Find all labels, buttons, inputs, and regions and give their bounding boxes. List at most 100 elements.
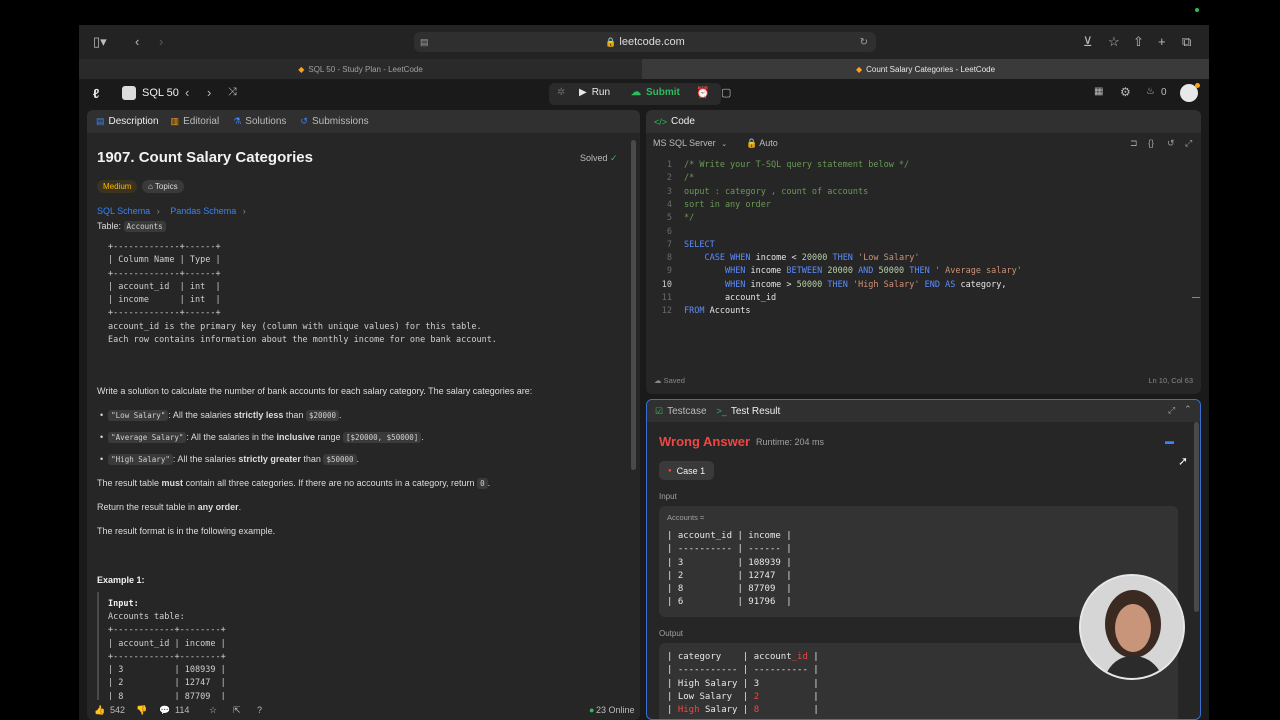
- tab-solutions[interactable]: Solutions: [245, 116, 286, 127]
- tab-test-result[interactable]: Test Result: [731, 406, 780, 417]
- notes-icon[interactable]: ▢: [721, 86, 731, 99]
- bullet-text: : All the salaries in the: [186, 432, 277, 442]
- paragraph-bold: any order: [197, 502, 239, 512]
- bookmark-icon[interactable]: ⊐: [1130, 138, 1138, 149]
- input-var-label: Accounts =: [667, 513, 705, 522]
- url-text: leetcode.com: [619, 36, 685, 48]
- tab-code[interactable]: Code: [671, 116, 695, 127]
- format-code-icon[interactable]: {}: [1148, 138, 1154, 148]
- new-tab-icon[interactable]: +: [1158, 34, 1166, 50]
- leetcode-logo-icon[interactable]: ℓ: [93, 86, 99, 101]
- timer-icon[interactable]: ⏰: [696, 86, 710, 99]
- chevron-right-icon: ›: [156, 206, 160, 216]
- lock-icon: 🔒: [605, 36, 617, 47]
- thumbs-down-icon[interactable]: 👎: [136, 705, 147, 716]
- table-name: Accounts: [123, 221, 166, 232]
- run-button[interactable]: ▶ Run: [579, 87, 610, 98]
- output-row: Salary |: [699, 705, 754, 716]
- browser-toolbar: ▯▾ ‹ › ▤ 🔒 leetcode.com ↻ ⊻ ☆ ⇧ + ⧉: [79, 25, 1209, 59]
- browser-tab-label: Count Salary Categories - LeetCode: [866, 64, 996, 74]
- forward-icon[interactable]: ›: [159, 34, 163, 50]
- editor-minimap-marker: [1192, 297, 1200, 298]
- solved-label: Solved: [580, 153, 608, 163]
- tab-description[interactable]: Description: [109, 116, 159, 127]
- lock-small-icon: 🔒: [746, 138, 758, 148]
- result-scrollbar[interactable]: [1194, 422, 1199, 612]
- browser-tab-count-salary[interactable]: ◆ Count Salary Categories - LeetCode: [642, 59, 1209, 79]
- debug-icon[interactable]: ✲: [557, 87, 565, 98]
- paragraph-bold: must: [161, 478, 184, 488]
- example-block: Accounts table: +------------+--------+ …: [108, 612, 226, 702]
- sql-schema-link[interactable]: SQL Schema: [97, 206, 150, 216]
- bullet-text: than: [283, 410, 306, 420]
- prev-problem-icon[interactable]: ‹: [185, 85, 189, 100]
- topics-label: Topics: [154, 182, 178, 191]
- thumbs-up-icon[interactable]: 👍: [94, 705, 105, 716]
- browser-tab-study-plan[interactable]: ◆ SQL 50 - Study Plan - LeetCode: [79, 59, 642, 79]
- browser-window: ▯▾ ‹ › ▤ 🔒 leetcode.com ↻ ⊻ ☆ ⇧ + ⧉ ◆ SQ…: [79, 25, 1209, 720]
- bullet-average: • "Average Salary": All the salaries in …: [100, 432, 424, 443]
- output-header: |: [807, 652, 819, 662]
- problem-list-title[interactable]: SQL 50: [142, 87, 179, 99]
- streak-flame-icon[interactable]: ♨: [1146, 86, 1155, 97]
- bullet-code: "Low Salary": [108, 410, 169, 421]
- reload-icon[interactable]: ↻: [860, 37, 868, 48]
- reset-icon[interactable]: ↺: [1167, 138, 1175, 149]
- bullet-text: : All the salaries: [172, 454, 239, 464]
- schema-links: SQL Schema › Pandas Schema ›: [97, 206, 246, 216]
- topics-badge[interactable]: ⌂ Topics: [142, 180, 184, 193]
- output-row: | Low Salary |: [667, 691, 754, 702]
- tab-editorial[interactable]: Editorial: [183, 116, 219, 127]
- share-icon[interactable]: ⇧: [1133, 34, 1144, 50]
- shuffle-icon[interactable]: ⤨: [228, 86, 237, 99]
- notification-dot: [1195, 83, 1200, 88]
- code-editor[interactable]: 1/* Write your T-SQL query statement bel…: [646, 159, 1201, 329]
- language-label: MS SQL Server: [653, 138, 716, 148]
- favorite-star-icon[interactable]: ☆: [209, 705, 217, 716]
- sidebar-toggle-icon[interactable]: ▯▾: [93, 34, 107, 50]
- submit-button[interactable]: ☁ Submit: [631, 87, 680, 98]
- tab-testcase[interactable]: Testcase: [667, 406, 706, 417]
- output-row: |: [759, 678, 819, 689]
- download-icon[interactable]: ⊻: [1083, 34, 1093, 50]
- format-text: The result format is in the following ex…: [97, 526, 276, 536]
- output-row: |: [759, 691, 819, 702]
- next-problem-icon[interactable]: ›: [207, 85, 211, 100]
- bullet-code: $20000: [305, 410, 340, 421]
- layout-grid-icon[interactable]: ▦: [1094, 86, 1103, 97]
- recording-indicator: [1195, 8, 1199, 12]
- output-row: |: [667, 705, 678, 716]
- page-menu-icon[interactable]: ▤: [420, 37, 429, 48]
- debug-explain-icon[interactable]: ▬: [1165, 436, 1174, 446]
- bookmark-star-icon[interactable]: ☆: [1108, 34, 1120, 50]
- expand-icon[interactable]: ⤢: [1168, 405, 1175, 416]
- tab-overview-icon[interactable]: ⧉: [1182, 34, 1191, 50]
- output-separator: | ----------- | ---------- |: [667, 665, 819, 676]
- back-icon[interactable]: ‹: [135, 34, 139, 50]
- table-label: Table:: [97, 221, 122, 231]
- fail-dot-icon: ●: [668, 467, 672, 474]
- streak-count: 0: [1161, 87, 1167, 98]
- language-selector[interactable]: MS SQL Server ⌄: [653, 138, 727, 148]
- online-dot-icon: ●: [589, 705, 595, 715]
- case-1-tab[interactable]: ● Case 1: [659, 461, 715, 480]
- help-icon[interactable]: ?: [257, 705, 262, 715]
- fullscreen-icon[interactable]: ⤢: [1185, 138, 1192, 149]
- bullet-code: [$20000, $50000]: [343, 432, 422, 443]
- tab-submissions[interactable]: Submissions: [312, 116, 369, 127]
- description-scrollbar[interactable]: [631, 140, 636, 470]
- collapse-icon[interactable]: ⌃: [1184, 404, 1192, 415]
- example-title: Example 1:: [97, 575, 145, 585]
- online-count: 23 Online: [596, 705, 635, 715]
- pandas-schema-link[interactable]: Pandas Schema: [170, 206, 236, 216]
- share-link-icon[interactable]: ⇱: [233, 705, 241, 716]
- address-bar[interactable]: ▤ 🔒 leetcode.com ↻: [414, 32, 876, 52]
- testcase-check-icon: ☑: [655, 405, 664, 416]
- comment-icon[interactable]: 💬: [159, 705, 170, 716]
- webcam-overlay: [1079, 574, 1185, 680]
- auto-mode[interactable]: 🔒 Auto: [746, 138, 778, 149]
- output-row-diff: High: [677, 705, 700, 716]
- settings-gear-icon[interactable]: ⚙: [1120, 85, 1131, 99]
- verdict-label: Wrong Answer: [659, 434, 751, 449]
- leetcode-header: ℓ SQL 50 ‹ › ⤨ ✲ ▶ Run ☁ Submit ⏰ ▢ ▦ ⚙ …: [79, 79, 1209, 109]
